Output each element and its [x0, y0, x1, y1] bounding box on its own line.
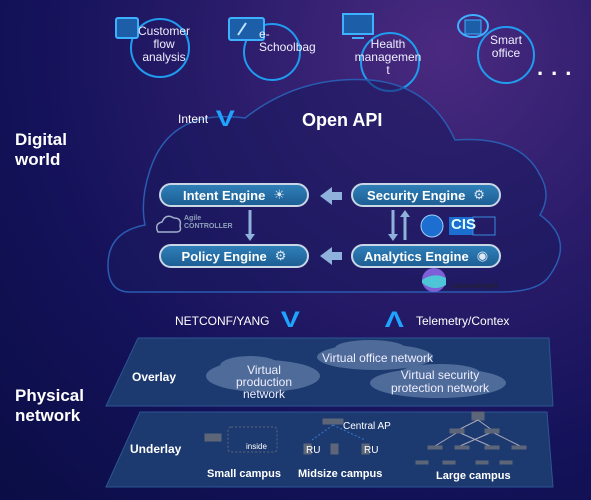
cloud-virtual-production: Virtual production network [235, 363, 293, 401]
central-ap-icon [322, 418, 344, 425]
app-smart-office[interactable]: Smart office [484, 34, 528, 60]
router-icon [204, 433, 222, 442]
overlay-label: Overlay [132, 370, 177, 384]
inside-label: inside [246, 442, 267, 451]
app-health-management[interactable]: Health managemen t [352, 38, 424, 77]
cloud-virtual-security: Virtual security protection network [390, 368, 490, 395]
cis-label: CIS [451, 216, 477, 233]
gear-icon: ⚙ [274, 248, 287, 263]
cloud-virtual-office: Virtual office network [322, 351, 433, 365]
small-campus-label: Small campus [207, 468, 281, 480]
monitor-chart-icon [342, 13, 374, 39]
policy-engine-button[interactable]: Policy Engine ⚙ [159, 244, 309, 268]
more-apps-ellipsis[interactable]: ... [537, 55, 579, 81]
underlay-label: Underlay [130, 442, 182, 456]
chevron-down-icon: V [280, 307, 300, 332]
campusinsight-label: CampusInsight [451, 283, 498, 290]
intent-label: Intent [178, 112, 209, 126]
agile-controller-logo: Agile CONTROLLER [184, 215, 233, 230]
brain-icon: ⚙ [473, 187, 485, 202]
chevron-down-icon: V [215, 106, 235, 131]
large-campus-label: Large campus [436, 470, 511, 482]
telemetry-label: Telemetry/Contex [416, 314, 510, 328]
open-api-title: Open API [302, 110, 383, 130]
lightbulb-icon: ☀ [273, 187, 285, 202]
app-customer-flow-analysis[interactable]: Customer flow analysis [132, 25, 196, 64]
chevron-up-icon: Λ [384, 307, 404, 332]
analytics-engine-label: Analytics Engine [363, 248, 469, 264]
core-switch-icon [471, 411, 485, 421]
netconf-label: NETCONF/YANG [175, 314, 270, 328]
policy-engine-label: Policy Engine [181, 248, 267, 264]
central-ap-label: Central AP [343, 421, 391, 432]
security-engine-label: Security Engine [367, 187, 466, 203]
security-engine-button[interactable]: Security Engine ⚙ [351, 183, 501, 207]
midsize-campus-label: Midsize campus [298, 468, 383, 480]
eye-icon: ◉ [476, 248, 489, 263]
analytics-engine-button[interactable]: Analytics Engine ◉ [351, 244, 501, 268]
ru-icon [330, 443, 339, 455]
ru-label: RU [306, 445, 321, 456]
intent-engine-button[interactable]: Intent Engine ☀ [159, 183, 309, 207]
intent-engine-label: Intent Engine [183, 187, 266, 203]
ru-label: RU [364, 445, 379, 456]
digital-world-label: Digital world [15, 130, 67, 169]
app-e-schoolbag[interactable]: e-Schoolbag [249, 28, 316, 54]
physical-network-label: Physical network [15, 386, 84, 425]
